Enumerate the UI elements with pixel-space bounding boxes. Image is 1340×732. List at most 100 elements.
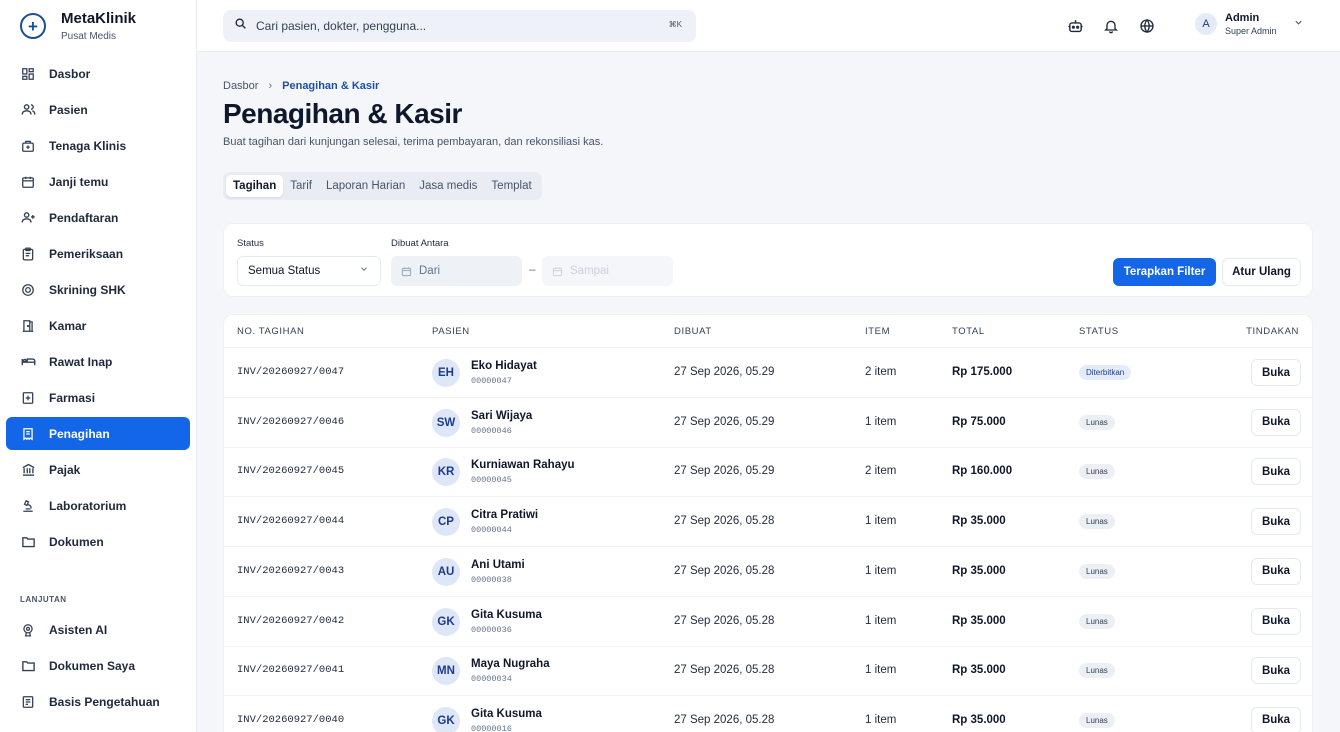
sidebar-item-pasien[interactable]: Pasien: [6, 93, 190, 126]
breadcrumb-parent[interactable]: Dasbor: [223, 80, 258, 92]
item-count: 1 item: [865, 515, 897, 528]
sidebar-item-label: Penagihan: [49, 426, 110, 441]
table-header: NO. TAGIHAN PASIEN DIBUAT ITEM TOTAL STATUS TI…: [224, 315, 1312, 348]
sidebar-item-label: Pendaftaran: [49, 210, 119, 225]
column-header-total[interactable]: TOTAL: [952, 326, 985, 337]
globe-icon[interactable]: [1138, 17, 1156, 35]
open-invoice-button[interactable]: Buka: [1251, 508, 1301, 536]
patient-name[interactable]: Sari Wijaya: [471, 410, 532, 422]
column-header-item[interactable]: ITEM: [865, 326, 890, 337]
status-badge: Lunas: [1079, 414, 1115, 430]
folder-icon: [20, 658, 36, 674]
date-from-placeholder: Dari: [419, 265, 441, 277]
open-invoice-button[interactable]: Buka: [1251, 408, 1301, 436]
global-search[interactable]: ⌘K: [223, 10, 696, 42]
patient-mrn: 00000036: [471, 624, 512, 635]
user-menu[interactable]: A Admin Super Admin: [1195, 12, 1304, 36]
patient-mrn: 00000034: [471, 674, 512, 685]
robot-icon[interactable]: [1066, 17, 1084, 35]
page-scrollbar[interactable]: [1330, 52, 1340, 732]
sidebar-item-janji-temu[interactable]: Janji temu: [6, 165, 190, 198]
item-count: 2 item: [865, 465, 897, 478]
table-row[interactable]: INV/20260927/0046 SW Sari Wijaya 00000046 27…: [224, 398, 1312, 448]
sidebar-item-asisten-ai[interactable]: Asisten AI: [6, 613, 190, 646]
patient-mrn: 00000047: [471, 376, 512, 386]
reset-filter-button[interactable]: Atur Ulang: [1222, 258, 1301, 286]
patient-avatar: KR: [432, 458, 460, 487]
book-icon: [20, 694, 36, 710]
sidebar-item-skrining-shk[interactable]: Skrining SHK: [6, 273, 190, 306]
microscope-icon: [20, 498, 36, 514]
open-invoice-button[interactable]: Buka: [1251, 657, 1301, 685]
avatar: A: [1195, 13, 1217, 35]
column-header-no-tagihan[interactable]: NO. TAGIHAN: [237, 326, 304, 337]
search-input[interactable]: [256, 19, 656, 33]
date-to-input[interactable]: Sampai: [542, 256, 673, 286]
patient-name[interactable]: Citra Pratiwi: [471, 509, 538, 521]
sidebar-item-pendaftaran[interactable]: Pendaftaran: [6, 201, 190, 234]
open-invoice-button[interactable]: Buka: [1251, 557, 1301, 585]
column-header-status[interactable]: STATUS: [1079, 326, 1119, 337]
tab-tarif[interactable]: Tarif: [283, 175, 319, 197]
table-row[interactable]: INV/20260927/0042 GK Gita Kusuma 00000036 27…: [224, 597, 1312, 647]
brand[interactable]: + MetaKlinik Pusat Medis: [20, 10, 136, 42]
patient-name[interactable]: Gita Kusuma: [471, 609, 542, 621]
receipt-icon: [20, 426, 36, 442]
sidebar-item-farmasi[interactable]: Farmasi: [6, 381, 190, 414]
patient-name[interactable]: Kurniawan Rahayu: [471, 459, 575, 471]
open-invoice-button[interactable]: Buka: [1251, 359, 1301, 386]
top-header: ⌘K A Admin Super Admin: [197, 0, 1340, 52]
bell-icon[interactable]: [1102, 17, 1120, 35]
column-header-pasien[interactable]: PASIEN: [432, 326, 470, 337]
sidebar-item-pajak[interactable]: Pajak: [6, 453, 190, 486]
patient-mrn: 00000038: [471, 574, 512, 585]
item-count: 1 item: [865, 614, 897, 627]
sidebar-item-kamar[interactable]: Kamar: [6, 309, 190, 342]
patient-name[interactable]: Ani Utami: [471, 559, 525, 571]
table-row[interactable]: INV/20260927/0047 EH Eko Hidayat 00000047 27…: [224, 348, 1312, 398]
status-badge: Lunas: [1079, 663, 1115, 679]
open-invoice-button[interactable]: Buka: [1251, 706, 1301, 732]
sidebar-item-dokumen-saya[interactable]: Dokumen Saya: [6, 649, 190, 682]
status-filter-label: Status: [237, 238, 264, 249]
column-header-tindakan[interactable]: TINDAKAN: [1246, 326, 1299, 337]
invoice-total: Rp 75.000: [952, 415, 1006, 428]
brand-subtitle: Pusat Medis: [61, 31, 117, 42]
apply-filter-button[interactable]: Terapkan Filter: [1113, 258, 1216, 286]
sidebar-item-pemeriksaan[interactable]: Pemeriksaan: [6, 237, 190, 270]
sidebar-item-basis-pengetahuan[interactable]: Basis Pengetahuan: [6, 685, 190, 718]
invoice-total: Rp 35.000: [952, 713, 1006, 726]
table-row[interactable]: INV/20260927/0040 GK Gita Kusuma 00000016 27…: [224, 696, 1312, 732]
user-name: Admin: [1225, 12, 1260, 24]
tab-jasa-medis[interactable]: Jasa medis: [412, 175, 484, 197]
invoice-total: Rp 35.000: [952, 564, 1006, 577]
status-select[interactable]: Semua Status: [237, 256, 381, 286]
sidebar-item-dokumen[interactable]: Dokumen: [6, 525, 190, 558]
sidebar-item-laboratorium[interactable]: Laboratorium: [6, 489, 190, 522]
status-badge: Lunas: [1079, 613, 1115, 629]
tab-tagihan[interactable]: Tagihan: [226, 175, 284, 197]
patient-name[interactable]: Gita Kusuma: [471, 708, 542, 720]
patient-name[interactable]: Eko Hidayat: [471, 360, 537, 372]
open-invoice-button[interactable]: Buka: [1251, 607, 1301, 635]
patient-avatar: CP: [432, 508, 460, 537]
item-count: 1 item: [865, 564, 897, 577]
sidebar-item-tenaga-klinis[interactable]: Tenaga Klinis: [6, 129, 190, 162]
sidebar-item-rawat-inap[interactable]: Rawat Inap: [6, 345, 190, 378]
ai-icon: [20, 622, 36, 638]
table-row[interactable]: INV/20260927/0044 CP Citra Pratiwi 00000044…: [224, 497, 1312, 548]
column-header-dibuat[interactable]: DIBUAT: [674, 326, 712, 337]
table-row[interactable]: INV/20260927/0045 KR Kurniawan Rahayu 00000…: [224, 447, 1312, 498]
table-row[interactable]: INV/20260927/0041 MN Maya Nugraha 00000034 2…: [224, 646, 1312, 697]
sidebar-item-penagihan[interactable]: Penagihan: [6, 417, 190, 450]
user-plus-icon: [20, 210, 36, 226]
patient-mrn: 00000046: [471, 425, 512, 436]
user-role: Super Admin: [1225, 26, 1277, 36]
patient-name[interactable]: Maya Nugraha: [471, 658, 550, 670]
sidebar-item-dasbor[interactable]: Dasbor: [6, 57, 190, 90]
open-invoice-button[interactable]: Buka: [1251, 458, 1301, 486]
tab-laporan-harian[interactable]: Laporan Harian: [319, 175, 412, 197]
table-row[interactable]: INV/20260927/0043 AU Ani Utami 00000038 27 S…: [224, 547, 1312, 597]
tab-templat[interactable]: Templat: [484, 175, 538, 197]
date-from-input[interactable]: Dari: [391, 256, 522, 286]
